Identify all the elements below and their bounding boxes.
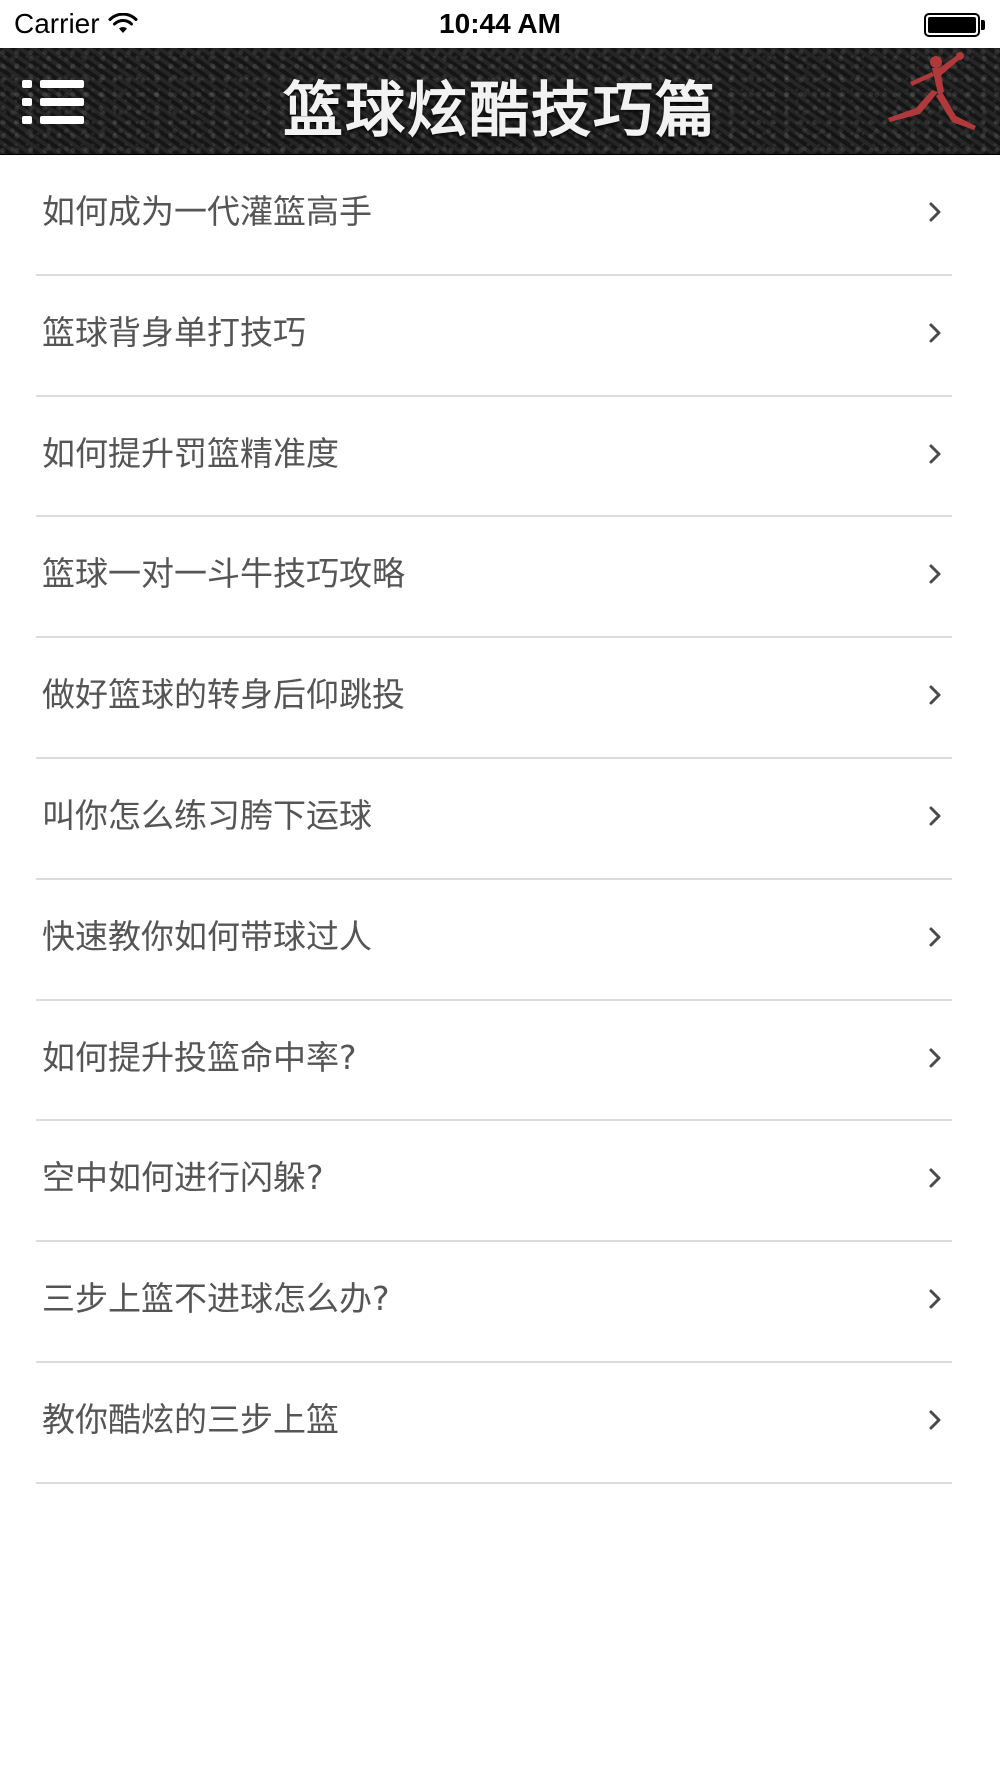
list-item[interactable]: 篮球一对一斗牛技巧攻略 bbox=[0, 517, 1000, 639]
list-item[interactable]: 做好篮球的转身后仰跳投 bbox=[0, 638, 1000, 759]
list-item[interactable]: 叫你怎么练习胯下运球 bbox=[0, 759, 1000, 880]
navigation-bar: 篮球炫酷技巧篇 bbox=[0, 48, 1000, 155]
chevron-right-icon bbox=[929, 685, 941, 705]
tips-list: 如何成为一代灌篮高手 篮球背身单打技巧 如何提升罚篮精准度 篮球一对一斗牛技巧攻… bbox=[0, 155, 1000, 1484]
list-item-label: 做好篮球的转身后仰跳投 bbox=[42, 675, 405, 715]
chevron-right-icon bbox=[929, 444, 941, 464]
chevron-right-icon bbox=[929, 1048, 941, 1068]
battery-icon bbox=[924, 12, 986, 38]
list-item[interactable]: 篮球背身单打技巧 bbox=[0, 276, 1000, 397]
list-item[interactable]: 三步上篮不进球怎么办? bbox=[0, 1242, 1000, 1363]
chevron-right-icon bbox=[929, 323, 941, 343]
list-item-label: 三步上篮不进球怎么办? bbox=[42, 1279, 390, 1319]
jumpman-logo bbox=[888, 52, 976, 130]
status-time: 10:44 AM bbox=[439, 8, 561, 39]
chevron-right-icon bbox=[929, 1410, 941, 1430]
list-item[interactable]: 空中如何进行闪躲? bbox=[0, 1121, 1000, 1243]
chevron-right-icon bbox=[929, 1289, 941, 1309]
chevron-right-icon bbox=[929, 1168, 941, 1188]
list-item[interactable]: 如何提升罚篮精准度 bbox=[0, 397, 1000, 518]
list-item[interactable]: 如何提升投篮命中率? bbox=[0, 1001, 1000, 1122]
list-item[interactable]: 教你酷炫的三步上篮 bbox=[0, 1363, 1000, 1484]
list-item-label: 如何提升投篮命中率? bbox=[42, 1037, 357, 1077]
chevron-right-icon bbox=[929, 202, 941, 222]
list-item[interactable]: 快速教你如何带球过人 bbox=[0, 880, 1000, 1001]
list-item[interactable]: 如何成为一代灌篮高手 bbox=[0, 155, 1000, 276]
status-bar: Carrier 10:44 AM bbox=[0, 0, 1000, 48]
chevron-right-icon bbox=[929, 806, 941, 826]
list-item-label: 篮球一对一斗牛技巧攻略 bbox=[42, 554, 405, 594]
list-item-label: 叫你怎么练习胯下运球 bbox=[42, 795, 372, 835]
chevron-right-icon bbox=[929, 564, 941, 584]
chevron-right-icon bbox=[929, 927, 941, 947]
list-item-label: 教你酷炫的三步上篮 bbox=[42, 1399, 339, 1439]
list-item-label: 如何成为一代灌篮高手 bbox=[42, 192, 372, 231]
page-title: 篮球炫酷技巧篇 bbox=[283, 76, 717, 146]
list-item-label: 如何提升罚篮精准度 bbox=[42, 433, 339, 473]
list-item-label: 快速教你如何带球过人 bbox=[42, 916, 372, 956]
list-item-label: 空中如何进行闪躲? bbox=[42, 1158, 324, 1198]
row-divider bbox=[36, 1481, 952, 1484]
list-item-label: 篮球背身单打技巧 bbox=[42, 312, 306, 352]
